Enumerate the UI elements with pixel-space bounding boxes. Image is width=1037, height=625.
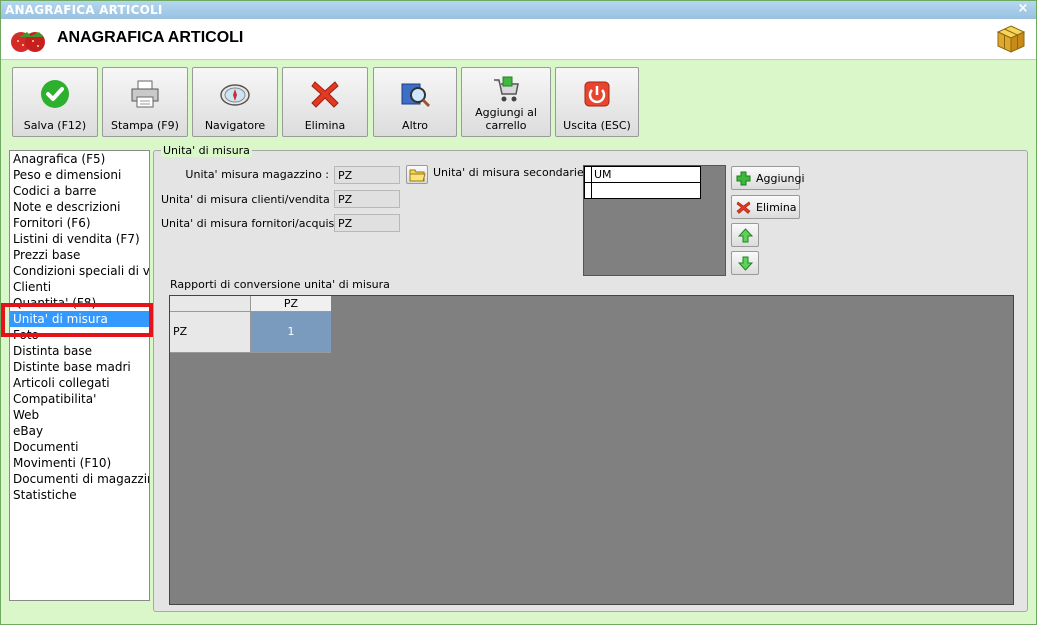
secondary-units-header-row: UM xyxy=(585,167,700,183)
conversion-table: PZ PZ 1 xyxy=(170,296,331,353)
conversion-value-cell[interactable]: 1 xyxy=(251,312,331,353)
delete-x-icon xyxy=(311,81,339,108)
nav-item-anagrafica[interactable]: Anagrafica (F5) xyxy=(10,151,149,167)
nav-item-movimenti[interactable]: Movimenti (F10) xyxy=(10,455,149,471)
conversion-grid[interactable]: PZ PZ 1 xyxy=(169,295,1014,605)
nav-item-listini-vendita[interactable]: Listini di vendita (F7) xyxy=(10,231,149,247)
arrow-down-icon xyxy=(738,256,753,271)
conversion-corner-cell xyxy=(170,296,251,312)
exit-button-label: Uscita (ESC) xyxy=(563,119,631,132)
cart-icon xyxy=(494,76,519,102)
nav-item-documenti-magazzino[interactable]: Documenti di magazzino xyxy=(10,471,149,487)
nav-item-distinta-base[interactable]: Distinta base xyxy=(10,343,149,359)
add-to-cart-button[interactable]: Aggiungi al carrello xyxy=(461,67,551,137)
clienti-label: Unita' di misura clienti/vendita : xyxy=(161,193,337,206)
compass-icon xyxy=(220,84,250,106)
nav-item-compatibilita[interactable]: Compatibilita' xyxy=(10,391,149,407)
add-to-cart-button-label: Aggiungi al carrello xyxy=(475,106,537,132)
save-button-label: Salva (F12) xyxy=(23,119,87,132)
nav-item-unita-misura[interactable]: Unita' di misura xyxy=(10,311,149,327)
plus-icon xyxy=(736,171,751,186)
fornitori-field[interactable]: PZ xyxy=(334,214,400,232)
row-indicator xyxy=(585,183,592,199)
check-icon xyxy=(41,80,69,108)
save-button[interactable]: Salva (F12) xyxy=(12,67,98,137)
window-title: ANAGRAFICA ARTICOLI xyxy=(5,3,163,17)
nav-item-statistiche[interactable]: Statistiche xyxy=(10,487,149,503)
search-book-icon xyxy=(401,83,431,108)
fornitori-label: Unita' di misura fornitori/acquisto : xyxy=(161,217,353,230)
units-group-title: Unita' di misura xyxy=(161,144,252,157)
conversion-label: Rapporti di conversione unita' di misura xyxy=(170,278,390,291)
nav-item-distinte-base-madri[interactable]: Distinte base madri xyxy=(10,359,149,375)
secondary-units-new-row[interactable] xyxy=(585,183,700,199)
page-title: ANAGRAFICA ARTICOLI xyxy=(57,29,244,46)
move-up-button[interactable] xyxy=(731,223,759,247)
nav-item-note-descrizioni[interactable]: Note e descrizioni xyxy=(10,199,149,215)
navigator-button[interactable]: Navigatore xyxy=(192,67,278,137)
nav-item-codici-barre[interactable]: Codici a barre xyxy=(10,183,149,199)
secondary-units-grid[interactable]: UM xyxy=(583,165,726,276)
strawberry-logo-icon xyxy=(11,32,45,52)
row-indicator xyxy=(585,167,592,182)
window-titlebar: ANAGRAFICA ARTICOLI × xyxy=(1,1,1036,19)
clienti-field[interactable]: PZ xyxy=(334,190,400,208)
add-unit-button-label: Aggiungi xyxy=(756,172,805,185)
folder-icon xyxy=(409,169,426,182)
header: ANAGRAFICA ARTICOLI xyxy=(1,19,1036,60)
delete-unit-button[interactable]: Elimina xyxy=(731,195,800,219)
nav-item-ebay[interactable]: eBay xyxy=(10,423,149,439)
nav-item-prezzi-base[interactable]: Prezzi base xyxy=(10,247,149,263)
printer-icon xyxy=(131,80,159,108)
section-nav-list: Anagrafica (F5) Peso e dimensioni Codici… xyxy=(9,150,150,601)
secondarie-label: Unita' di misura secondarie : xyxy=(433,166,591,179)
arrow-up-icon xyxy=(738,228,753,243)
nav-item-fornitori[interactable]: Fornitori (F6) xyxy=(10,215,149,231)
nav-item-condizioni-speciali[interactable]: Condizioni speciali di ve xyxy=(10,263,149,279)
delete-x-icon xyxy=(736,201,751,214)
nav-item-quantita[interactable]: Quantita' (F8) xyxy=(10,295,149,311)
conversion-row-header: PZ xyxy=(170,312,251,353)
cube-icon[interactable] xyxy=(996,24,1026,54)
secondary-units-header-um: UM xyxy=(594,168,612,181)
power-icon xyxy=(584,81,610,107)
exit-button[interactable]: Uscita (ESC) xyxy=(555,67,639,137)
delete-button[interactable]: Elimina xyxy=(282,67,368,137)
more-button[interactable]: Altro xyxy=(373,67,457,137)
app-window: ANAGRAFICA ARTICOLI × ANAGRAFICA ARTICOL… xyxy=(0,0,1037,625)
delete-button-label: Elimina xyxy=(304,119,346,132)
magazzino-field[interactable]: PZ xyxy=(334,166,400,184)
more-button-label: Altro xyxy=(402,119,428,132)
nav-item-articoli-collegati[interactable]: Articoli collegati xyxy=(10,375,149,391)
nav-item-peso-dimensioni[interactable]: Peso e dimensioni xyxy=(10,167,149,183)
conversion-column-header: PZ xyxy=(251,296,331,312)
print-button[interactable]: Stampa (F9) xyxy=(102,67,188,137)
magazzino-label: Unita' misura magazzino : xyxy=(185,168,329,181)
browse-unit-button[interactable] xyxy=(406,165,428,184)
nav-item-foto[interactable]: Foto xyxy=(10,327,149,343)
toolbar: Salva (F12) Stampa (F9) Navigatore Elimi… xyxy=(1,61,1036,139)
nav-item-web[interactable]: Web xyxy=(10,407,149,423)
nav-item-documenti[interactable]: Documenti xyxy=(10,439,149,455)
close-icon[interactable]: × xyxy=(1016,2,1030,16)
print-button-label: Stampa (F9) xyxy=(111,119,179,132)
add-unit-button[interactable]: Aggiungi xyxy=(731,166,805,190)
secondary-units-table: UM xyxy=(584,166,701,199)
nav-item-clienti[interactable]: Clienti xyxy=(10,279,149,295)
move-down-button[interactable] xyxy=(731,251,759,275)
delete-unit-button-label: Elimina xyxy=(756,201,797,214)
navigator-button-label: Navigatore xyxy=(204,119,266,132)
